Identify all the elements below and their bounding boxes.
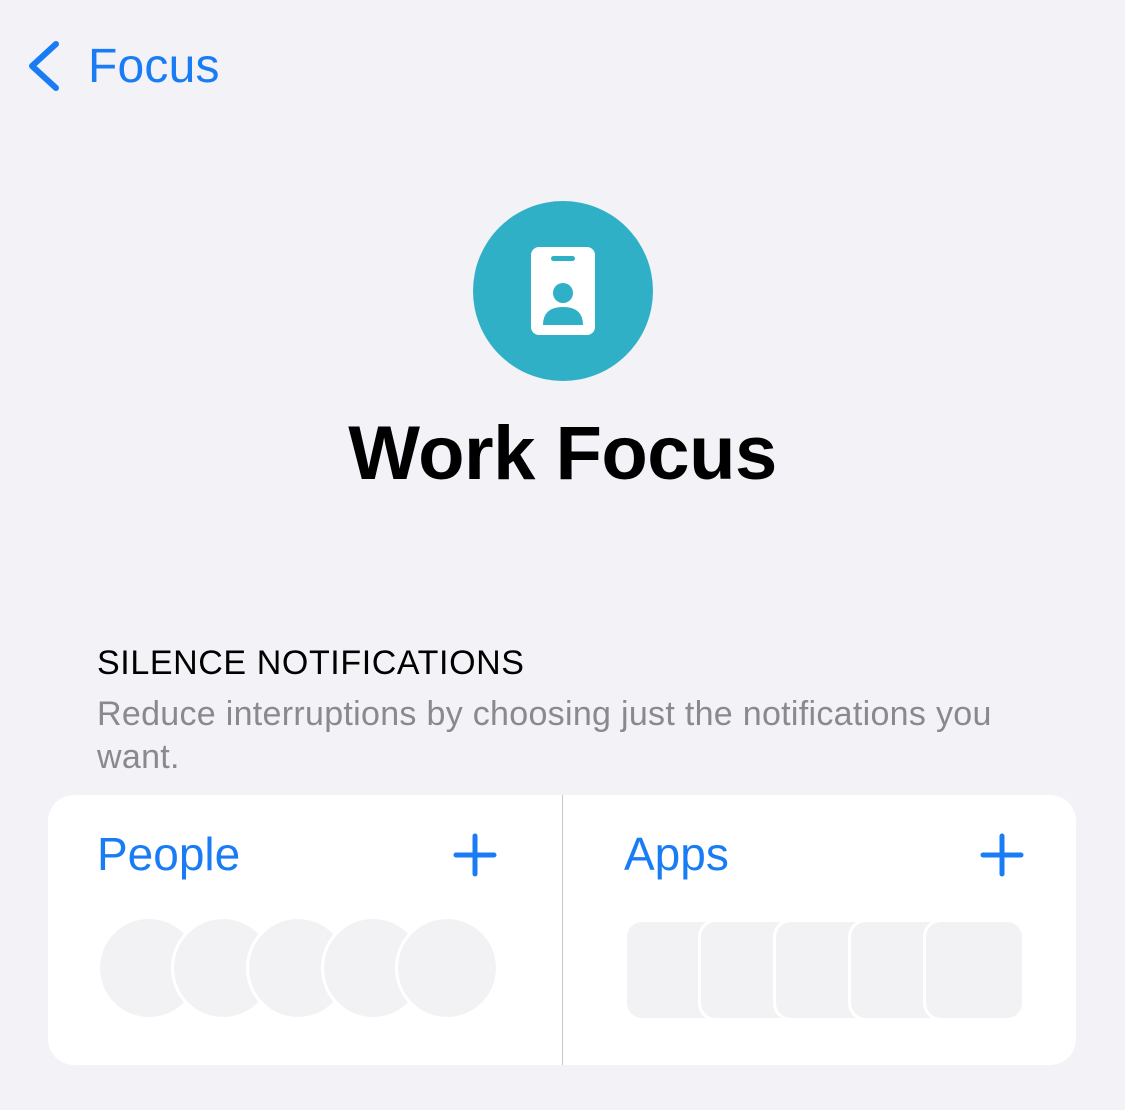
people-label: People bbox=[97, 828, 241, 880]
apps-label: Apps bbox=[624, 828, 729, 880]
chevron-left-icon bbox=[29, 41, 59, 91]
apps-section[interactable]: Apps bbox=[562, 795, 1076, 1065]
page-title: Work Focus bbox=[348, 411, 777, 496]
focus-mode-icon bbox=[473, 201, 653, 381]
people-avatar-placeholder bbox=[395, 916, 499, 1020]
add-people-button[interactable] bbox=[453, 833, 497, 877]
section-description: Reduce interruptions by choosing just th… bbox=[97, 695, 992, 776]
section-header: SILENCE NOTIFICATIONS bbox=[97, 644, 525, 682]
silence-notifications-card: People Apps bbox=[48, 795, 1076, 1065]
back-button[interactable]: Focus bbox=[24, 30, 220, 102]
back-button-label: Focus bbox=[88, 39, 220, 93]
id-badge-icon bbox=[531, 247, 595, 335]
plus-icon bbox=[980, 833, 1024, 877]
add-apps-button[interactable] bbox=[980, 833, 1024, 877]
app-placeholder bbox=[923, 919, 1025, 1021]
people-section[interactable]: People bbox=[48, 795, 562, 1065]
plus-icon bbox=[453, 833, 497, 877]
